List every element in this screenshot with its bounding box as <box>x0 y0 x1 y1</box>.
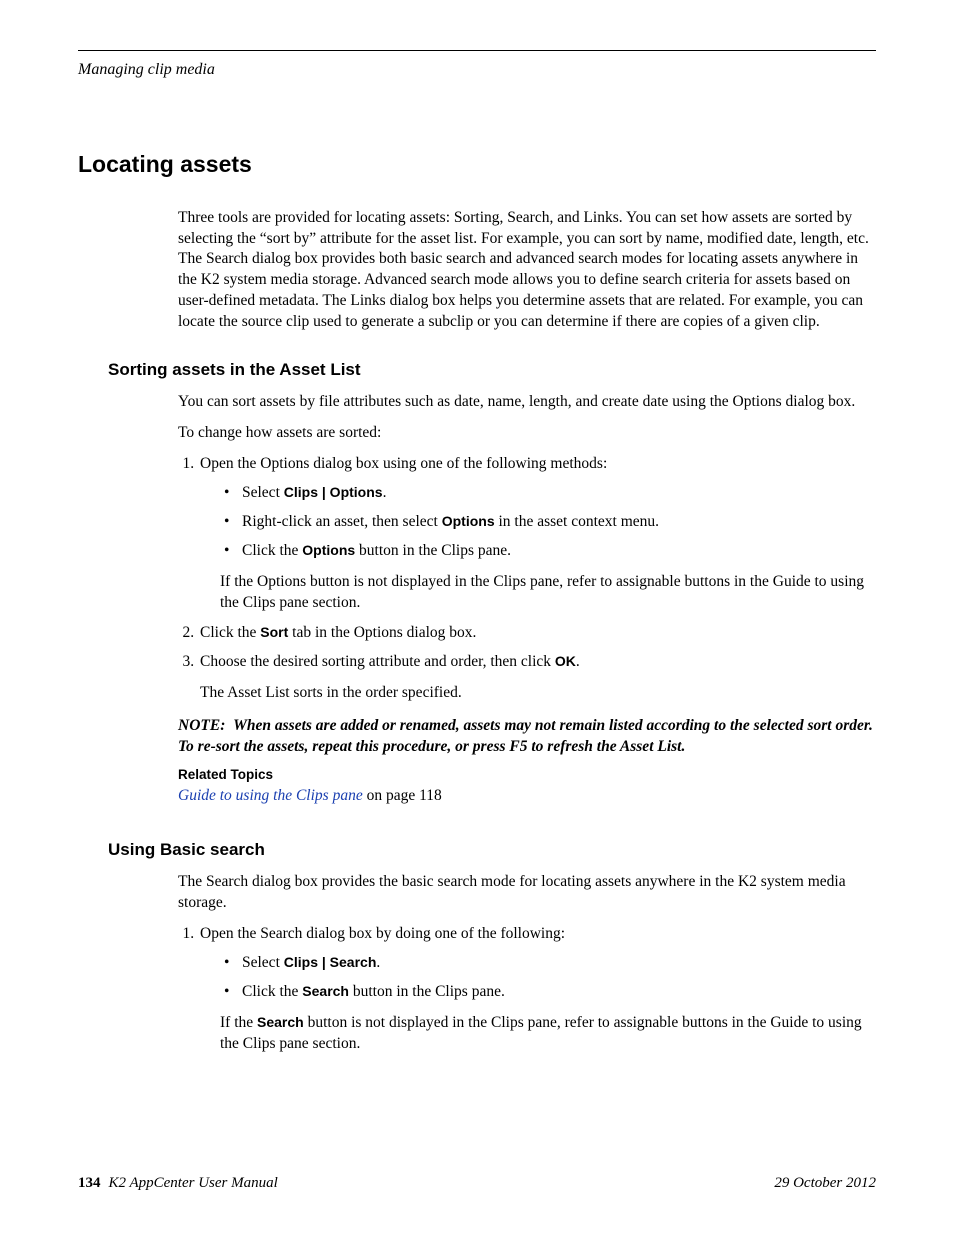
basic-search-steps: Open the Search dialog box by doing one … <box>178 924 874 1055</box>
sorting-step-3-followup: The Asset List sorts in the order specif… <box>200 683 874 704</box>
sorting-step-1-followup: If the Options button is not displayed i… <box>220 572 874 614</box>
header-rule <box>78 50 876 51</box>
text: button in the Clips pane. <box>349 983 505 1000</box>
text: button in the Clips pane. <box>355 542 511 559</box>
text: Click the <box>242 983 302 1000</box>
sorting-body: You can sort assets by file attributes s… <box>178 392 874 807</box>
basic-search-p1: The Search dialog box provides the basic… <box>178 872 874 914</box>
ui-label: OK <box>555 653 576 669</box>
footer-date: 29 October 2012 <box>774 1173 876 1193</box>
text: button is not displayed in the Clips pan… <box>220 1014 862 1052</box>
related-suffix: on page 118 <box>363 787 442 804</box>
sorting-step-2: Click the Sort tab in the Options dialog… <box>198 623 874 644</box>
basic-search-heading: Using Basic search <box>108 839 876 862</box>
menu-path: Clips | Search <box>284 954 377 970</box>
sorting-step-3: Choose the desired sorting attribute and… <box>198 652 874 704</box>
text: Right-click an asset, then select <box>242 513 442 530</box>
text: Select <box>242 484 284 501</box>
sorting-note: NOTE: When assets are added or renamed, … <box>178 716 874 758</box>
sorting-steps: Open the Options dialog box using one of… <box>178 454 874 704</box>
basic-search-step-1-text: Open the Search dialog box by doing one … <box>200 925 565 942</box>
text: . <box>376 954 380 971</box>
basic-search-step-1-bullets: Select Clips | Search. Click the Search … <box>200 953 874 1003</box>
ui-label: Search <box>302 983 349 999</box>
page: Managing clip media Locating assets Thre… <box>0 0 954 1235</box>
related-topics-line: Guide to using the Clips pane on page 11… <box>178 786 874 807</box>
basic-search-step-1-b1: Select Clips | Search. <box>224 953 874 974</box>
sorting-p2: To change how assets are sorted: <box>178 423 874 444</box>
footer-left: 134 K2 AppCenter User Manual <box>78 1173 278 1193</box>
basic-search-step-1-b2: Click the Search button in the Clips pan… <box>224 982 874 1003</box>
text: in the asset context menu. <box>495 513 659 530</box>
ui-label: Options <box>442 513 495 529</box>
page-number: 134 <box>78 1175 101 1191</box>
text: . <box>383 484 387 501</box>
basic-search-step-1: Open the Search dialog box by doing one … <box>198 924 874 1055</box>
menu-path: Clips | Options <box>284 484 383 500</box>
section-intro: Three tools are provided for locating as… <box>178 208 874 334</box>
sorting-step-1-bullets: Select Clips | Options. Right-click an a… <box>200 483 874 562</box>
sorting-step-1: Open the Options dialog box using one of… <box>198 454 874 614</box>
running-header: Managing clip media <box>78 59 876 81</box>
sorting-step-1-b1: Select Clips | Options. <box>224 483 874 504</box>
footer-title: K2 AppCenter User Manual <box>109 1175 278 1191</box>
text: . <box>576 653 580 670</box>
section-title: Locating assets <box>78 149 876 180</box>
text: Click the <box>242 542 302 559</box>
basic-search-body: The Search dialog box provides the basic… <box>178 872 874 1054</box>
ui-label: Search <box>257 1014 304 1030</box>
text: Select <box>242 954 284 971</box>
basic-search-step-1-followup: If the Search button is not displayed in… <box>220 1013 874 1055</box>
text: Choose the desired sorting attribute and… <box>200 653 555 670</box>
sorting-p1: You can sort assets by file attributes s… <box>178 392 874 413</box>
text: Click the <box>200 624 260 641</box>
sorting-step-1-b3: Click the Options button in the Clips pa… <box>224 541 874 562</box>
text: If the <box>220 1014 257 1031</box>
ui-label: Options <box>302 542 355 558</box>
sorting-step-1-b2: Right-click an asset, then select Option… <box>224 512 874 533</box>
sorting-heading: Sorting assets in the Asset List <box>108 359 876 382</box>
related-topics-heading: Related Topics <box>178 766 874 784</box>
text: tab in the Options dialog box. <box>288 624 476 641</box>
section-intro-block: Three tools are provided for locating as… <box>178 208 874 334</box>
related-link[interactable]: Guide to using the Clips pane <box>178 787 363 804</box>
ui-label: Sort <box>260 624 288 640</box>
page-footer: 134 K2 AppCenter User Manual 29 October 2… <box>78 1173 876 1193</box>
sorting-step-1-text: Open the Options dialog box using one of… <box>200 455 607 472</box>
